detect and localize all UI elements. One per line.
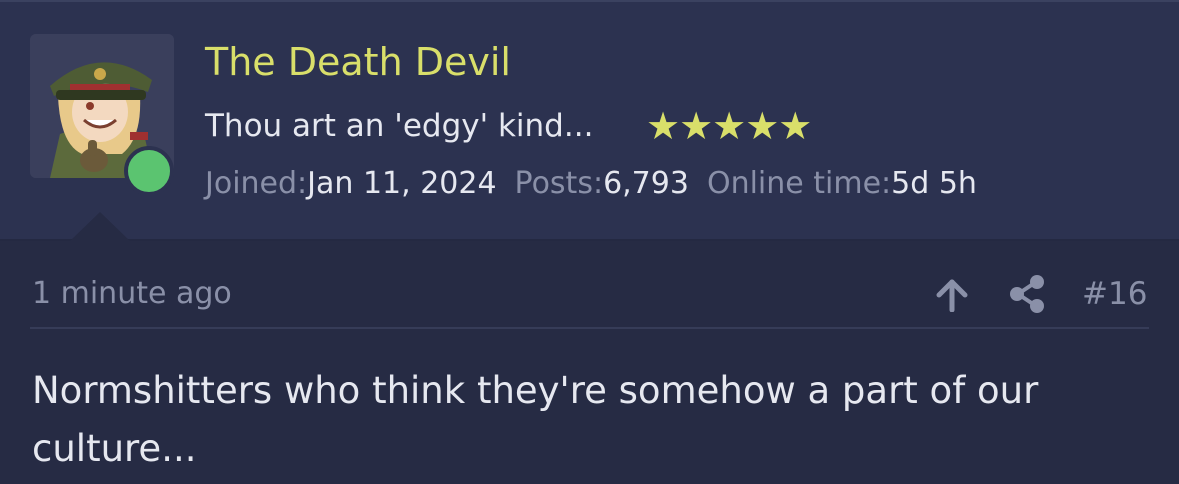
header-divider bbox=[0, 239, 1179, 241]
posts-label: Posts: bbox=[514, 166, 604, 201]
online-status-indicator bbox=[124, 146, 174, 196]
user-stats: Joined:Jan 11, 2024 Posts:6,793 Online tim… bbox=[205, 164, 977, 204]
share-icon[interactable] bbox=[1008, 274, 1046, 314]
post-body-text: Normshitters who think they're somehow a… bbox=[32, 369, 1039, 470]
online-time-label: Online time: bbox=[706, 166, 892, 201]
header-pointer-arrow bbox=[70, 212, 130, 241]
username-link[interactable]: The Death Devil bbox=[205, 38, 511, 86]
post-number-link[interactable]: #16 bbox=[1082, 274, 1147, 314]
joined-label: Joined: bbox=[205, 166, 308, 201]
post-timestamp[interactable]: 1 minute ago bbox=[32, 274, 232, 314]
posts-value: 6,793 bbox=[603, 166, 689, 201]
forum-post: The Death Devil Thou art an 'edgy' kind.… bbox=[0, 0, 1179, 484]
post-divider bbox=[30, 327, 1149, 329]
arrow-up-icon[interactable] bbox=[934, 278, 970, 312]
joined-value: Jan 11, 2024 bbox=[307, 166, 497, 201]
user-rank-stars: ★★★★★ bbox=[646, 104, 812, 148]
online-time-value: 5d 5h bbox=[891, 166, 977, 201]
user-title: Thou art an 'edgy' kind... bbox=[205, 108, 594, 144]
